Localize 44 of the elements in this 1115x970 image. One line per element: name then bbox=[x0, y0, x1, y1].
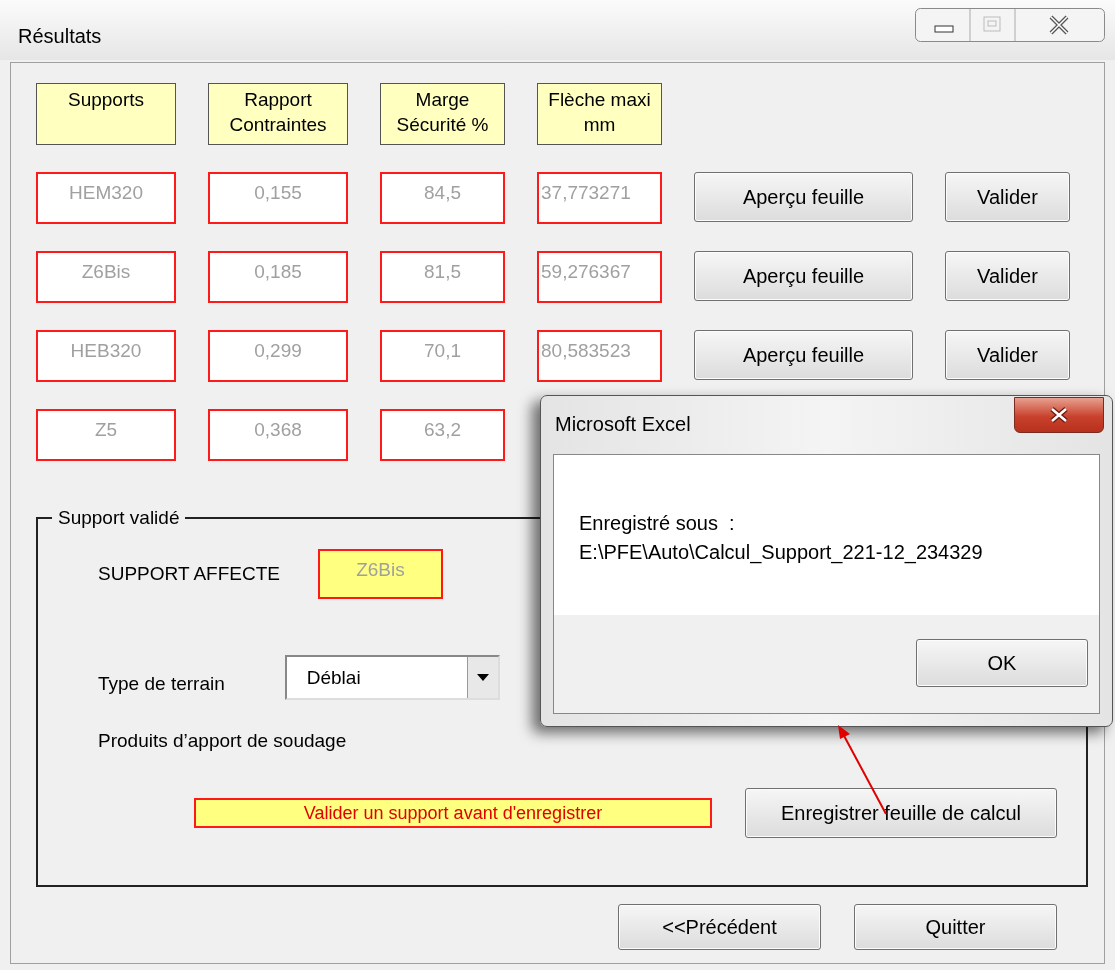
result-field: 0,185 bbox=[208, 251, 348, 303]
result-field: Z5 bbox=[36, 409, 176, 461]
close-button[interactable] bbox=[1014, 397, 1104, 433]
result-field: 63,2 bbox=[380, 409, 505, 461]
close-icon bbox=[1049, 407, 1069, 423]
result-field: 59,276367 bbox=[537, 251, 662, 303]
validate-button[interactable]: Valider bbox=[945, 330, 1070, 380]
field-label: SUPPORT AFFECTE bbox=[98, 563, 280, 585]
group-title: Support validé bbox=[57, 507, 181, 529]
previous-button[interactable]: <<Précédent bbox=[618, 904, 821, 950]
result-field: 70,1 bbox=[380, 330, 505, 382]
preview-button[interactable]: Aperçu feuille bbox=[694, 172, 913, 222]
dropdown-arrow-icon bbox=[476, 674, 489, 681]
result-field: 0,299 bbox=[208, 330, 348, 382]
validate-button[interactable]: Valider bbox=[945, 172, 1070, 222]
quit-button[interactable]: Quitter bbox=[854, 904, 1057, 950]
window-controls-icon[interactable] bbox=[915, 8, 1105, 42]
preview-button[interactable]: Aperçu feuille bbox=[694, 251, 913, 301]
warning-message: Valider un support avant d'enregistrer bbox=[194, 798, 712, 828]
validate-button[interactable]: Valider bbox=[945, 251, 1070, 301]
dialog-message: E:\PFE\Auto\Calcul_Support_221-12_234329 bbox=[579, 540, 983, 566]
result-field: Z6Bis bbox=[36, 251, 176, 303]
save-sheet-button[interactable]: Enregistrer feuille de calcul bbox=[745, 788, 1057, 838]
column-header: Supports bbox=[36, 83, 176, 145]
result-field: 0,368 bbox=[208, 409, 348, 461]
terrain-dropdown[interactable]: Déblai bbox=[284, 655, 500, 700]
preview-button[interactable]: Aperçu feuille bbox=[694, 330, 913, 380]
result-field: HEB320 bbox=[36, 330, 176, 382]
result-field: 81,5 bbox=[380, 251, 505, 303]
dialog-title: Microsoft Excel bbox=[555, 413, 691, 436]
column-header: Flèche maxi mm bbox=[537, 83, 662, 145]
result-field: HEM320 bbox=[36, 172, 176, 224]
result-field: 80,583523 bbox=[537, 330, 662, 382]
ok-button[interactable]: OK bbox=[916, 639, 1088, 687]
column-header: Marge Sécurité % bbox=[380, 83, 505, 145]
result-field: 37,773271 bbox=[537, 172, 662, 224]
result-field: 0,155 bbox=[208, 172, 348, 224]
assigned-support-field: Z6Bis bbox=[317, 549, 443, 599]
field-label: Produits d’apport de soudage bbox=[98, 730, 347, 752]
dialog-message: Enregistré sous : bbox=[579, 511, 735, 536]
column-header: Rapport Contraintes bbox=[208, 83, 348, 145]
window-title: Résultats bbox=[18, 25, 102, 49]
result-field: 84,5 bbox=[380, 172, 505, 224]
field-label: Type de terrain bbox=[98, 672, 225, 695]
